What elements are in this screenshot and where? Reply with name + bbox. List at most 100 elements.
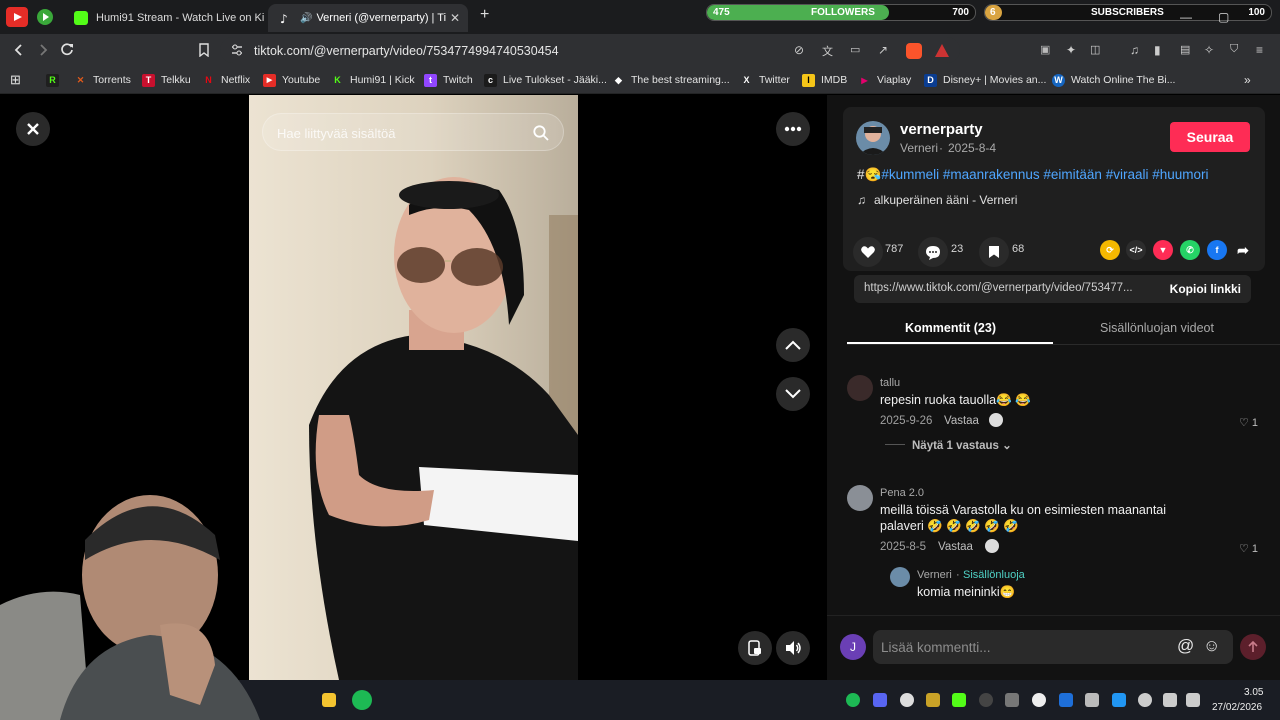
bluetooth-icon[interactable]: [1059, 693, 1073, 707]
kick-tray-icon[interactable]: [952, 693, 966, 707]
tab-comments[interactable]: Kommentit (23): [905, 321, 996, 335]
tray-app-icon[interactable]: [1005, 693, 1019, 707]
comment-like-button[interactable]: ♡ 1: [1239, 542, 1258, 555]
comment-like-button[interactable]: ♡ 1: [1239, 416, 1258, 429]
puzzle-icon[interactable]: ✦: [1066, 43, 1081, 58]
bookmark-disney[interactable]: D Disney+ | Movies an...: [924, 72, 1046, 88]
user-avatar[interactable]: J: [840, 634, 866, 660]
sidebar-icon[interactable]: ▮: [1154, 43, 1169, 58]
apps-grid-icon[interactable]: ⊞: [10, 72, 21, 88]
tab-creator-videos[interactable]: Sisällönluojan videot: [1100, 321, 1214, 335]
bookmark-watch-online[interactable]: W Watch Online The Bi...: [1052, 72, 1175, 88]
previous-video-button[interactable]: [776, 328, 810, 362]
more-options-button[interactable]: [776, 112, 810, 146]
speaker-icon[interactable]: [1186, 693, 1200, 707]
back-button[interactable]: [10, 41, 28, 59]
cast-icon[interactable]: ▭: [850, 43, 865, 58]
search-icon[interactable]: [533, 125, 549, 141]
leo-ai-icon[interactable]: ✧: [1204, 43, 1219, 58]
comment-input[interactable]: Lisää kommentti... @ ☺: [873, 630, 1233, 664]
extension-icon[interactable]: ▣: [1040, 43, 1055, 58]
save-button[interactable]: [979, 237, 1009, 267]
obs-icon[interactable]: [979, 693, 993, 707]
bookmark-youtube[interactable]: ▶ Youtube: [263, 72, 320, 88]
send-icon[interactable]: ▼: [1153, 240, 1173, 260]
mute-button[interactable]: [776, 631, 810, 665]
music-icon[interactable]: ♫: [1130, 43, 1145, 58]
new-tab-button[interactable]: +: [480, 6, 489, 24]
reply-avatar[interactable]: [890, 567, 910, 587]
forward-button[interactable]: [34, 41, 52, 59]
commenter-name[interactable]: tallu: [880, 377, 900, 389]
url-bar[interactable]: tiktok.com/@vernerparty/video/7534774994…: [220, 37, 960, 63]
rewards-icon[interactable]: [934, 43, 949, 58]
network-icon[interactable]: [1163, 693, 1177, 707]
tray-app-icon[interactable]: [926, 693, 940, 707]
brave-shield-icon[interactable]: [906, 43, 922, 59]
creator-avatar[interactable]: [856, 121, 890, 155]
bookmark-netflix[interactable]: N Netflix: [202, 72, 250, 88]
follow-button[interactable]: Seuraa: [1170, 122, 1250, 152]
wallet-icon[interactable]: ▤: [1180, 43, 1195, 58]
clock-date[interactable]: 27/02/2026: [1212, 702, 1262, 713]
cloud-icon[interactable]: [900, 693, 914, 707]
no-tracking-icon[interactable]: ⊘: [794, 43, 809, 58]
share-icon[interactable]: ↗: [878, 43, 893, 58]
reply-username[interactable]: Verneri: [917, 569, 952, 581]
tab-tiktok[interactable]: ♪ 🔊 Verneri (@vernerparty) | TikTok ✕: [268, 4, 468, 32]
vpn-icon[interactable]: ⛉: [1230, 43, 1245, 58]
usb-icon[interactable]: [1085, 693, 1099, 707]
next-video-button[interactable]: [776, 377, 810, 411]
bookmark-twitch[interactable]: t Twitch: [424, 72, 473, 88]
view-replies-button[interactable]: Näytä 1 vastaus ⌄: [912, 438, 1012, 452]
bookmark-streaming[interactable]: ◆ The best streaming...: [612, 72, 730, 88]
bookmark-telkku[interactable]: T Telkku: [142, 72, 191, 88]
whatsapp-icon[interactable]: ✆: [1180, 240, 1200, 260]
bookmark-item[interactable]: R: [46, 72, 65, 88]
reply-button[interactable]: Vastaa: [938, 541, 973, 553]
like-button[interactable]: [853, 237, 883, 267]
bookmark-kick[interactable]: K Humi91 | Kick: [331, 72, 414, 88]
microphone-icon[interactable]: [1138, 693, 1152, 707]
media-pinned-tab[interactable]: [34, 7, 56, 27]
spotify-tray-icon[interactable]: [846, 693, 860, 707]
youtube-pinned-tab[interactable]: [6, 7, 28, 27]
clock-time[interactable]: 3.05: [1244, 687, 1263, 698]
reload-button[interactable]: [58, 41, 76, 59]
bookmark-viaplay[interactable]: ▶ Viaplay: [858, 72, 911, 88]
more-bookmarks-icon[interactable]: »: [1244, 72, 1251, 88]
emoji-icon[interactable]: ☺: [1203, 636, 1220, 656]
tab-kick-stream[interactable]: Humi91 Stream - Watch Live on Kick: [64, 4, 264, 32]
bookmark-imdb[interactable]: I IMDB: [802, 72, 847, 88]
caption-hashtags[interactable]: #kummeli #maanrakennus #eimitään #viraal…: [881, 167, 1208, 182]
close-video-button[interactable]: [16, 112, 50, 146]
tray-app-icon[interactable]: [1032, 693, 1046, 707]
menu-icon[interactable]: ≡: [1256, 43, 1271, 58]
repost-icon[interactable]: ⟳: [1100, 240, 1120, 260]
sound-row[interactable]: ♫ alkuperäinen ääni - Verneri: [857, 193, 1017, 207]
bookmark-twitter[interactable]: X Twitter: [740, 72, 789, 88]
pip-button[interactable]: [738, 631, 772, 665]
bookmark-live-tulokset[interactable]: c Live Tulokset - Jääki...: [484, 72, 607, 88]
discord-icon[interactable]: [873, 693, 887, 707]
spotify-taskbar-icon[interactable]: [352, 690, 372, 710]
copy-link-button[interactable]: Kopioi linkki: [1170, 282, 1241, 296]
translate-icon[interactable]: 文: [822, 43, 837, 58]
mention-icon[interactable]: @: [1177, 636, 1194, 656]
embed-icon[interactable]: </>: [1126, 240, 1146, 260]
commenter-avatar[interactable]: [847, 375, 873, 401]
bookmark-torrents[interactable]: ✕ Torrents: [74, 72, 131, 88]
file-explorer-icon[interactable]: [322, 693, 336, 707]
reply-button[interactable]: Vastaa: [944, 415, 979, 427]
bookmark-page-button[interactable]: [195, 41, 213, 59]
security-icon[interactable]: [1112, 693, 1126, 707]
screenshot-icon[interactable]: ◫: [1090, 43, 1105, 58]
comment-button[interactable]: [918, 237, 948, 267]
creator-username[interactable]: vernerparty: [900, 121, 983, 138]
share-arrow-icon[interactable]: ➦: [1233, 240, 1253, 260]
commenter-avatar[interactable]: [847, 485, 873, 511]
post-comment-button[interactable]: [1240, 634, 1266, 660]
related-search-input[interactable]: Hae liittyvää sisältöä: [262, 113, 564, 151]
close-tab-icon[interactable]: ✕: [450, 11, 460, 25]
minimize-window-icon[interactable]: —: [1180, 10, 1192, 24]
